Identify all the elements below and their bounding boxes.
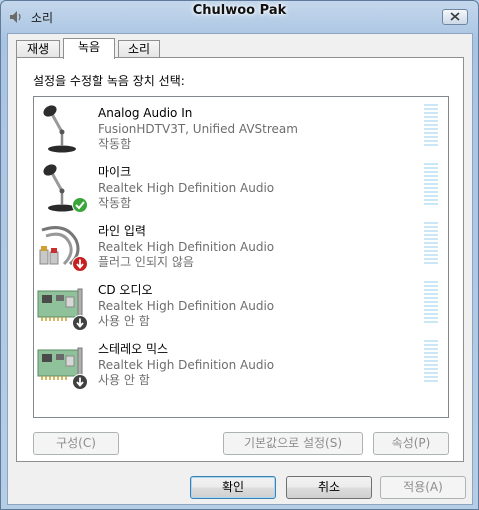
dialog-client-area: 재생 녹음 소리 설정을 수정할 녹음 장치 선택: Analog Audio … bbox=[7, 33, 473, 505]
device-name: CD 오디오 bbox=[98, 283, 153, 297]
device-name: 스테레오 믹스 bbox=[98, 342, 169, 356]
configure-button[interactable]: 구성(C) bbox=[33, 432, 119, 455]
device-description: Realtek High Definition Audio bbox=[98, 239, 275, 254]
device-item-analog-audio-in[interactable]: Analog Audio In FusionHDTV3T, Unified AV… bbox=[34, 100, 448, 159]
device-item-stereo-mix[interactable]: 스테레오 믹스 Realtek High Definition Audio 사용… bbox=[34, 336, 448, 395]
device-item-line-in[interactable]: 라인 입력 Realtek High Definition Audio 플러그 … bbox=[34, 218, 448, 277]
device-status: 작동함 bbox=[98, 137, 132, 151]
device-status: 사용 안 함 bbox=[98, 314, 150, 328]
window-user-caption: Chulwoo Pak bbox=[192, 3, 287, 18]
device-text: 마이크 Realtek High Definition Audio 작동함 bbox=[98, 165, 274, 212]
tab-recording[interactable]: 녹음 bbox=[63, 38, 115, 59]
properties-button[interactable]: 속성(P) bbox=[373, 432, 449, 455]
disabled-icon bbox=[72, 315, 88, 334]
default-check-icon bbox=[72, 197, 88, 216]
disabled-icon bbox=[72, 374, 88, 393]
device-name: 마이크 bbox=[98, 165, 132, 179]
recording-tab-panel: 설정을 수정할 녹음 장치 선택: Analog Audio In Fusion… bbox=[16, 57, 464, 462]
device-text: CD 오디오 Realtek High Definition Audio 사용 … bbox=[98, 283, 274, 330]
device-name: 라인 입력 bbox=[98, 224, 146, 238]
close-icon bbox=[450, 10, 460, 24]
device-description: Realtek High Definition Audio bbox=[98, 180, 275, 195]
microphone-icon bbox=[36, 102, 88, 154]
level-meter bbox=[424, 340, 438, 384]
level-meter bbox=[424, 281, 438, 325]
instruction-label: 설정을 수정할 녹음 장치 선택: bbox=[33, 74, 185, 88]
set-default-button[interactable]: 기본값으로 설정(S) bbox=[223, 432, 363, 455]
tab-playback[interactable]: 재생 bbox=[16, 40, 60, 58]
recording-device-list[interactable]: Analog Audio In FusionHDTV3T, Unified AV… bbox=[33, 96, 449, 418]
ok-button[interactable]: 확인 bbox=[190, 476, 276, 499]
device-item-cd-audio[interactable]: CD 오디오 Realtek High Definition Audio 사용 … bbox=[34, 277, 448, 336]
device-status: 작동함 bbox=[98, 196, 132, 210]
level-meter bbox=[424, 104, 438, 148]
device-status: 사용 안 함 bbox=[98, 373, 150, 387]
device-status: 플러그 인되지 않음 bbox=[98, 255, 194, 269]
device-description: Realtek High Definition Audio bbox=[98, 357, 275, 372]
unplugged-icon bbox=[72, 256, 88, 275]
level-meter bbox=[424, 163, 438, 207]
device-item-microphone[interactable]: 마이크 Realtek High Definition Audio 작동함 bbox=[34, 159, 448, 218]
level-meter bbox=[424, 222, 438, 266]
apply-button[interactable]: 적용(A) bbox=[380, 476, 466, 499]
device-text: 스테레오 믹스 Realtek High Definition Audio 사용… bbox=[98, 342, 274, 389]
cancel-button[interactable]: 취소 bbox=[286, 476, 372, 499]
tab-sounds[interactable]: 소리 bbox=[118, 40, 160, 58]
device-description: Realtek High Definition Audio bbox=[98, 298, 275, 313]
device-description: FusionHDTV3T, Unified AVStream bbox=[98, 121, 298, 136]
sound-dialog: 소리 Chulwoo Pak 재생 녹음 소리 설정을 수정할 녹음 장치 선택… bbox=[0, 0, 479, 510]
device-text: Analog Audio In FusionHDTV3T, Unified AV… bbox=[98, 106, 298, 153]
title-bar[interactable]: 소리 Chulwoo Pak bbox=[1, 1, 478, 31]
close-button[interactable] bbox=[442, 9, 468, 25]
device-text: 라인 입력 Realtek High Definition Audio 플러그 … bbox=[98, 224, 274, 271]
device-name: Analog Audio In bbox=[98, 106, 193, 120]
